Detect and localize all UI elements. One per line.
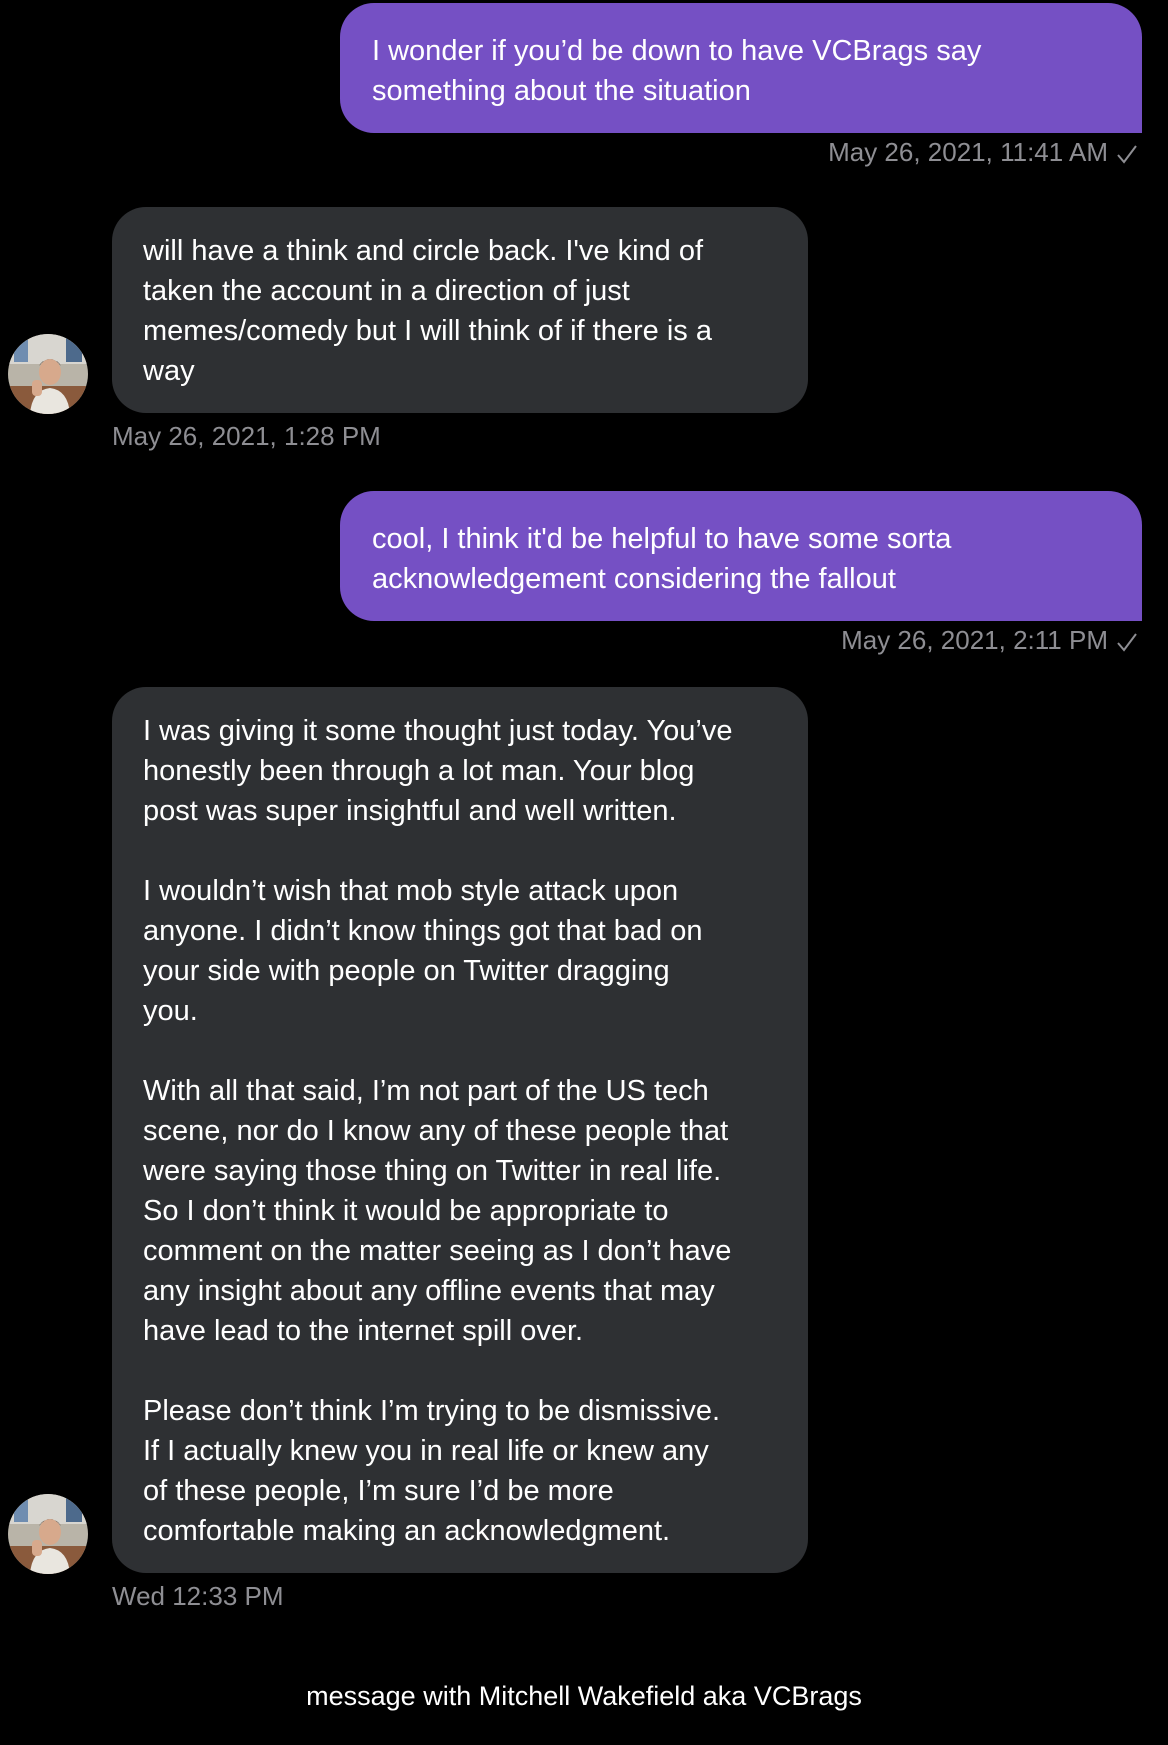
sent-message-bubble[interactable]: I wonder if you’d be down to have VCBrag…	[340, 3, 1142, 133]
contact-avatar[interactable]	[8, 334, 88, 414]
received-message-bubble[interactable]: I was giving it some thought just today.…	[112, 687, 808, 1573]
message-paragraph: With all that said, I’m not part of the …	[143, 1075, 732, 1347]
avatar-photo	[8, 334, 88, 414]
message-paragraph: Please don’t think I’m trying to be dism…	[143, 1395, 721, 1547]
image-caption: message with Mitchell Wakefield aka VCBr…	[306, 1681, 862, 1711]
timestamp-text: May 26, 2021, 11:41 AM	[828, 137, 1108, 167]
message-text: I wonder if you’d be down to have VCBrag…	[372, 35, 982, 107]
message-timestamp: May 26, 2021, 11:41 AM	[828, 137, 1138, 167]
received-message-bubble[interactable]: will have a think and circle back. I've …	[112, 207, 808, 413]
timestamp-text: May 26, 2021, 2:11 PM	[841, 625, 1108, 655]
message-paragraph: I wouldn’t wish that mob style attack up…	[143, 875, 703, 1027]
checkmark-icon	[1117, 633, 1137, 652]
avatar-photo	[8, 1494, 88, 1574]
contact-avatar[interactable]	[8, 1494, 88, 1574]
checkmark-icon	[1117, 145, 1137, 164]
timestamp-text: May 26, 2021, 1:28 PM	[112, 421, 381, 451]
sent-message-bubble[interactable]: cool, I think it'd be helpful to have so…	[340, 491, 1142, 621]
message-text: cool, I think it'd be helpful to have so…	[372, 523, 952, 595]
message-timestamp: May 26, 2021, 1:28 PM	[112, 421, 381, 451]
message-paragraph: I was giving it some thought just today.…	[143, 715, 733, 827]
message-timestamp: Wed 12:33 PM	[112, 1581, 284, 1611]
timestamp-text: Wed 12:33 PM	[112, 1581, 284, 1611]
message-timestamp: May 26, 2021, 2:11 PM	[841, 625, 1138, 655]
message-text: will have a think and circle back. I've …	[143, 235, 712, 387]
